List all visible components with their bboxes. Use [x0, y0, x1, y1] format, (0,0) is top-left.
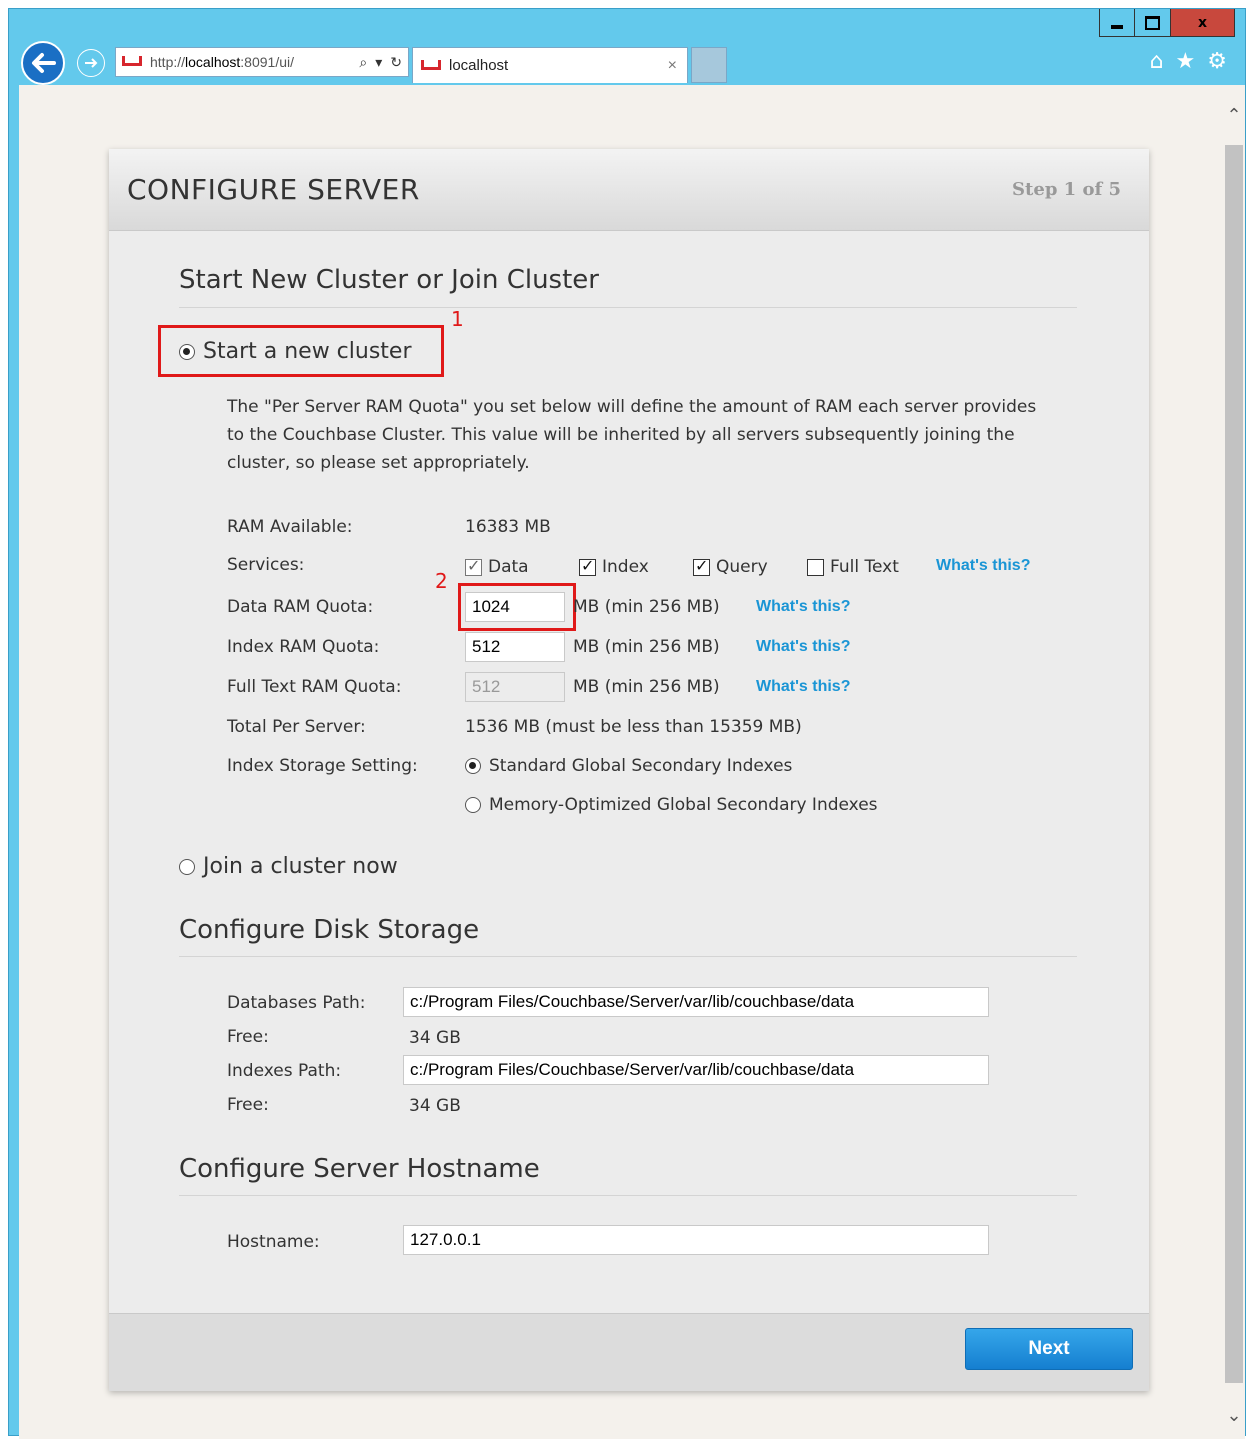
annotation-1: 1 [451, 307, 464, 331]
page-viewport: ⌃ ⌄ CONFIGURE SERVER Step 1 of 5 Start N… [19, 85, 1245, 1439]
vertical-scrollbar[interactable]: ⌃ ⌄ [1223, 85, 1245, 1439]
start-new-cluster-radio[interactable] [179, 343, 195, 360]
ram-quota-description: The "Per Server RAM Quota" you set below… [227, 397, 1037, 473]
db-path-label: Databases Path: [227, 993, 366, 1013]
disk-section-title: Configure Disk Storage [179, 915, 480, 945]
address-host: localhost [185, 54, 241, 70]
idx-free-label: Free: [227, 1095, 269, 1115]
fts-quota-input: 512 [465, 672, 565, 702]
address-rest: :8091/ui/ [240, 54, 295, 70]
index-storage-standard-label: Standard Global Secondary Indexes [489, 756, 793, 776]
index-quota-whats-this-link[interactable]: What's this? [756, 638, 850, 656]
home-icon[interactable]: ⌂ [1150, 49, 1164, 74]
tab-title: localhost [449, 57, 509, 74]
idx-path-input[interactable]: c:/Program Files/Couchbase/Server/var/li… [403, 1055, 989, 1085]
index-quota-label: Index RAM Quota: [227, 637, 380, 657]
services-label: Services: [227, 555, 305, 575]
cluster-section-title: Start New Cluster or Join Cluster [179, 265, 599, 295]
service-fulltext[interactable]: Full Text [807, 557, 899, 577]
fts-quota-unit: MB (min 256 MB) [573, 677, 720, 697]
new-tab-button[interactable] [691, 47, 727, 83]
next-button[interactable]: Next [965, 1328, 1133, 1370]
service-query-checkbox[interactable] [693, 556, 710, 576]
service-query[interactable]: Query [693, 556, 768, 577]
data-quota-input[interactable]: 1024 [465, 592, 565, 622]
browser-window: x http://localhost:8091/ui/ ⌕ ▾ ↻ localh… [8, 8, 1246, 1439]
search-icon[interactable]: ⌕ [359, 54, 367, 71]
close-window-button[interactable]: x [1171, 9, 1235, 37]
db-path-input[interactable]: c:/Program Files/Couchbase/Server/var/li… [403, 987, 989, 1017]
hostname-label: Hostname: [227, 1232, 320, 1252]
index-quota-unit: MB (min 256 MB) [573, 637, 720, 657]
service-fulltext-checkbox[interactable] [807, 558, 824, 576]
page-title: CONFIGURE SERVER [127, 173, 420, 206]
arrow-right-icon [85, 58, 98, 68]
index-storage-memopt-label: Memory-Optimized Global Secondary Indexe… [489, 795, 878, 815]
tab-localhost[interactable]: localhost × [412, 47, 688, 83]
back-button[interactable] [21, 41, 65, 85]
join-cluster-radio[interactable] [179, 858, 195, 875]
service-data-checkbox[interactable] [465, 556, 482, 576]
step-indicator: Step 1 of 5 [1012, 179, 1121, 200]
index-storage-label: Index Storage Setting: [227, 756, 418, 776]
panel-footer: Next [109, 1313, 1149, 1391]
data-quota-label: Data RAM Quota: [227, 597, 374, 617]
index-storage-standard-radio[interactable] [465, 758, 481, 774]
panel-header: CONFIGURE SERVER Step 1 of 5 [109, 149, 1149, 231]
scroll-thumb[interactable] [1225, 145, 1243, 1383]
section-divider [179, 956, 1077, 957]
services-whats-this-link[interactable]: What's this? [936, 557, 1030, 575]
join-cluster-option[interactable]: Join a cluster now [179, 854, 398, 879]
configure-server-panel: CONFIGURE SERVER Step 1 of 5 Start New C… [109, 149, 1149, 1391]
service-index-label: Index [602, 557, 649, 577]
index-storage-memopt-radio[interactable] [465, 797, 481, 813]
address-prefix: http:// [150, 54, 186, 70]
service-index[interactable]: Index [579, 556, 649, 577]
dropdown-icon[interactable]: ▾ [375, 54, 382, 71]
total-per-server-label: Total Per Server: [227, 717, 366, 737]
service-data-label: Data [488, 557, 529, 577]
scroll-up-icon[interactable]: ⌃ [1223, 95, 1245, 135]
address-bar[interactable]: http://localhost:8091/ui/ ⌕ ▾ ↻ [115, 47, 409, 77]
start-new-cluster-option[interactable]: Start a new cluster [179, 339, 412, 364]
idx-free-value: 34 GB [409, 1096, 461, 1116]
hostname-section-title: Configure Server Hostname [179, 1154, 540, 1184]
index-quota-input[interactable]: 512 [465, 632, 565, 662]
service-query-label: Query [716, 557, 768, 577]
idx-path-label: Indexes Path: [227, 1061, 342, 1081]
service-data[interactable]: Data [465, 556, 529, 577]
index-storage-memopt[interactable]: Memory-Optimized Global Secondary Indexe… [465, 795, 878, 815]
join-cluster-label: Join a cluster now [203, 854, 398, 879]
browser-toolbar: ⌂ ★ ⚙ [1150, 49, 1227, 74]
db-free-label: Free: [227, 1027, 269, 1047]
section-divider [179, 1195, 1077, 1196]
forward-button[interactable] [77, 49, 105, 77]
ram-available-value: 16383 MB [465, 517, 551, 537]
fts-quota-label: Full Text RAM Quota: [227, 677, 402, 697]
arrow-left-icon [32, 53, 56, 73]
maximize-button[interactable] [1135, 9, 1171, 37]
db-free-value: 34 GB [409, 1028, 461, 1048]
couchbase-favicon-icon [122, 56, 142, 66]
data-quota-unit: MB (min 256 MB) [573, 597, 720, 617]
index-storage-standard[interactable]: Standard Global Secondary Indexes [465, 756, 792, 776]
refresh-icon[interactable]: ↻ [390, 54, 402, 71]
close-tab-icon[interactable]: × [668, 57, 677, 75]
data-quota-whats-this-link[interactable]: What's this? [756, 598, 850, 616]
settings-gear-icon[interactable]: ⚙ [1207, 49, 1227, 74]
couchbase-favicon-icon [421, 59, 441, 70]
start-new-cluster-label: Start a new cluster [203, 339, 412, 364]
total-per-server-value: 1536 MB (must be less than 15359 MB) [465, 717, 802, 737]
service-index-checkbox[interactable] [579, 556, 596, 576]
annotation-2: 2 [435, 569, 448, 593]
hostname-input[interactable]: 127.0.0.1 [403, 1225, 989, 1255]
scroll-down-icon[interactable]: ⌄ [1223, 1395, 1245, 1435]
fts-quota-whats-this-link[interactable]: What's this? [756, 678, 850, 696]
section-divider [179, 307, 1077, 308]
ram-available-label: RAM Available: [227, 517, 353, 537]
window-controls: x [1099, 9, 1235, 37]
favorites-star-icon[interactable]: ★ [1176, 49, 1196, 74]
service-fulltext-label: Full Text [830, 557, 899, 577]
minimize-button[interactable] [1099, 9, 1135, 37]
